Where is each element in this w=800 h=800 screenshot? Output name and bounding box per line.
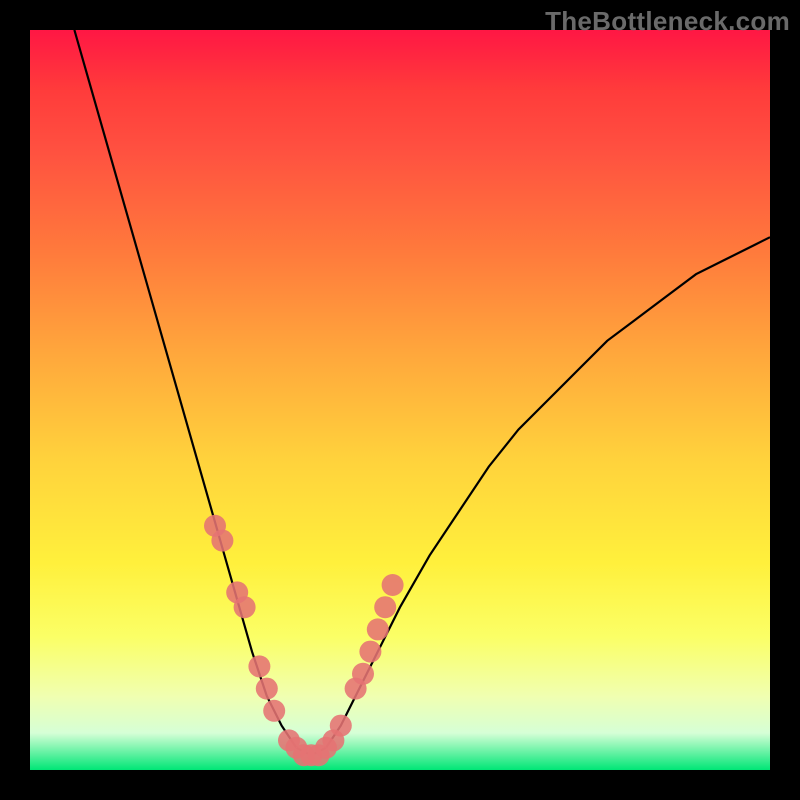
marker-dot	[256, 678, 278, 700]
marker-dot	[382, 574, 404, 596]
marker-group	[204, 515, 404, 766]
curve-layer	[30, 30, 770, 770]
chart-frame: TheBottleneck.com	[0, 0, 800, 800]
bottleneck-curve	[74, 30, 770, 755]
marker-dot	[359, 641, 381, 663]
marker-dot	[374, 596, 396, 618]
marker-dot	[367, 618, 389, 640]
plot-area	[30, 30, 770, 770]
marker-dot	[330, 715, 352, 737]
marker-dot	[211, 530, 233, 552]
marker-dot	[263, 700, 285, 722]
marker-dot	[248, 655, 270, 677]
watermark-text: TheBottleneck.com	[545, 6, 790, 37]
marker-dot	[352, 663, 374, 685]
marker-dot	[234, 596, 256, 618]
